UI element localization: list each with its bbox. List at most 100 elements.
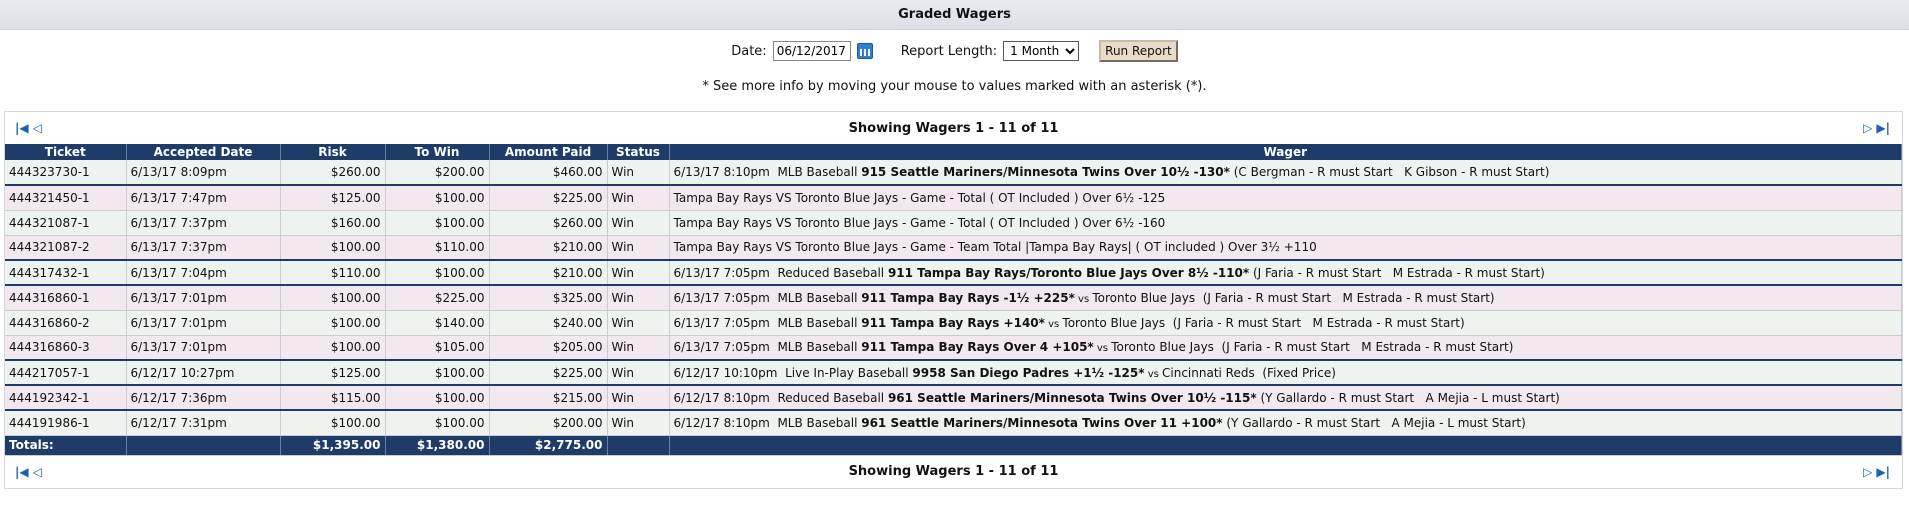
amount-paid-cell: $210.00 xyxy=(489,235,608,261)
wager-selection[interactable]: 961 Seattle Mariners/Minnesota Twins Ove… xyxy=(888,391,1257,405)
amount-paid-cell: $325.00 xyxy=(489,285,608,311)
prev-page-icon[interactable]: ◁ xyxy=(33,122,42,134)
wager-details: Toronto Blue Jays (J Faria - R must Star… xyxy=(1092,290,1495,305)
table-row[interactable]: 444321450-1 6/13/17 7:47pm $125.00 $100.00 $… xyxy=(5,185,1902,211)
ticket-cell: 444191986-1 xyxy=(5,410,127,436)
col-accepted-date: Accepted Date xyxy=(126,144,281,160)
col-wager: Wager xyxy=(669,144,1902,160)
amount-paid-cell: $240.00 xyxy=(489,310,608,336)
status-cell: Win xyxy=(607,410,670,436)
amount-paid-cell: $205.00 xyxy=(489,335,608,361)
accepted-date-cell: 6/13/17 7:01pm xyxy=(126,335,281,361)
report-length-select[interactable]: 1 Month xyxy=(1003,41,1080,61)
status-cell: Win xyxy=(607,285,670,311)
wager-details: (C Bergman - R must Start K Gibson - R m… xyxy=(1229,165,1550,179)
wager-selection[interactable]: 911 Tampa Bay Rays -1½ +225* xyxy=(861,291,1075,305)
to-win-cell: $100.00 xyxy=(385,410,490,436)
table-header-row: Ticket Accepted Date Risk To Win Amount … xyxy=(5,144,1902,160)
wager-prefix: 6/12/17 10:10pm Live In-Play Baseball xyxy=(673,365,913,380)
totals-to-win: $1,380.00 xyxy=(385,435,490,456)
next-page-icon[interactable]: ▷ xyxy=(1863,466,1872,478)
wager-vs: vs xyxy=(1044,318,1063,330)
col-to-win: To Win xyxy=(385,144,490,160)
wager-cell: 6/13/17 7:05pm MLB Baseball 911 Tampa Ba… xyxy=(669,285,1902,311)
wager-selection[interactable]: 911 Tampa Bay Rays +140* xyxy=(861,316,1045,330)
last-page-icon[interactable]: ▶| xyxy=(1876,122,1890,134)
table-row[interactable]: 444321087-2 6/13/17 7:37pm $100.00 $110.00 $… xyxy=(5,235,1902,261)
wager-selection[interactable]: 961 Seattle Mariners/Minnesota Twins Ove… xyxy=(861,416,1222,430)
ticket-cell: 444321087-1 xyxy=(5,210,127,236)
table-row[interactable]: 444217057-1 6/12/17 10:27pm $125.00 $100.00… xyxy=(5,360,1902,386)
table-row[interactable]: 444192342-1 6/12/17 7:36pm $115.00 $100.00 $… xyxy=(5,385,1902,411)
risk-cell: $160.00 xyxy=(280,210,386,236)
wager-selection[interactable]: 915 Seattle Mariners/Minnesota Twins Ove… xyxy=(861,165,1230,179)
wager-vs: vs xyxy=(1074,293,1093,305)
status-cell: Win xyxy=(607,260,670,286)
wager-selection[interactable]: 911 Tampa Bay Rays Over 4 +105* xyxy=(861,340,1093,354)
accepted-date-cell: 6/13/17 7:37pm xyxy=(126,235,281,261)
to-win-cell: $105.00 xyxy=(385,335,490,361)
table-row[interactable]: 444317432-1 6/13/17 7:04pm $110.00 $100.00 $… xyxy=(5,260,1902,286)
ticket-cell: 444317432-1 xyxy=(5,260,127,286)
status-cell: Win xyxy=(607,335,670,361)
wager-prefix: Tampa Bay Rays VS Toronto Blue Jays - Ga… xyxy=(673,190,1166,205)
amount-paid-cell: $460.00 xyxy=(489,160,608,186)
totals-status-empty xyxy=(607,435,670,456)
table-row[interactable]: 444316860-2 6/13/17 7:01pm $100.00 $140.00 $… xyxy=(5,310,1902,336)
ticket-cell: 444323730-1 xyxy=(5,160,127,186)
report-length-label: Report Length: xyxy=(900,43,998,59)
wager-prefix: 6/13/17 7:05pm Reduced Baseball xyxy=(673,265,888,280)
accepted-date-cell: 6/12/17 7:31pm xyxy=(126,410,281,436)
to-win-cell: $100.00 xyxy=(385,210,490,236)
col-amount-paid: Amount Paid xyxy=(489,144,608,160)
risk-cell: $100.00 xyxy=(280,310,386,336)
table-row[interactable]: 444316860-1 6/13/17 7:01pm $100.00 $225.00 $… xyxy=(5,285,1902,311)
table-row[interactable]: 444316860-3 6/13/17 7:01pm $100.00 $105.00 $… xyxy=(5,335,1902,361)
table-row[interactable]: 444321087-1 6/13/17 7:37pm $160.00 $100.00 $… xyxy=(5,210,1902,236)
wager-cell: 6/13/17 8:10pm MLB Baseball 915 Seattle … xyxy=(669,160,1902,186)
accepted-date-cell: 6/13/17 7:01pm xyxy=(126,285,281,311)
date-input[interactable] xyxy=(772,41,851,61)
accepted-date-cell: 6/13/17 7:37pm xyxy=(126,210,281,236)
col-risk: Risk xyxy=(280,144,386,160)
to-win-cell: $140.00 xyxy=(385,310,490,336)
totals-empty xyxy=(126,435,281,456)
status-cell: Win xyxy=(607,185,670,211)
wager-selection[interactable]: 9958 San Diego Padres +1½ -125* xyxy=(912,366,1144,380)
risk-cell: $100.00 xyxy=(280,235,386,261)
risk-cell: $125.00 xyxy=(280,360,386,386)
wager-details: (Y Gallardo - R must Start A Mejia - L m… xyxy=(1222,415,1526,430)
risk-cell: $125.00 xyxy=(280,185,386,211)
risk-cell: $100.00 xyxy=(280,410,386,436)
ticket-cell: 444321450-1 xyxy=(5,185,127,211)
next-page-icon[interactable]: ▷ xyxy=(1863,122,1872,134)
ticket-cell: 444316860-2 xyxy=(5,310,127,336)
calendar-icon[interactable] xyxy=(856,43,873,59)
risk-cell: $100.00 xyxy=(280,285,386,311)
totals-risk: $1,395.00 xyxy=(280,435,386,456)
table-row[interactable]: 444191986-1 6/12/17 7:31pm $100.00 $100.00 $… xyxy=(5,410,1902,436)
status-cell: Win xyxy=(607,310,670,336)
to-win-cell: $225.00 xyxy=(385,285,490,311)
table-row[interactable]: 444323730-1 6/13/17 8:09pm $260.00 $200.00 $… xyxy=(5,160,1902,186)
first-page-icon[interactable]: |◀ xyxy=(15,122,29,134)
risk-cell: $115.00 xyxy=(280,385,386,411)
accepted-date-cell: 6/13/17 7:04pm xyxy=(126,260,281,286)
wager-cell: Tampa Bay Rays VS Toronto Blue Jays - Ga… xyxy=(669,210,1902,236)
ticket-cell: 444217057-1 xyxy=(5,360,127,386)
wager-prefix: 6/12/17 8:10pm Reduced Baseball xyxy=(673,390,888,405)
wager-prefix: 6/13/17 7:05pm MLB Baseball xyxy=(673,290,862,305)
risk-cell: $260.00 xyxy=(280,160,386,186)
run-report-button[interactable]: Run Report xyxy=(1099,40,1178,62)
pager-bottom: |◀ ◁ Showing Wagers 1 - 11 of 11 ▷ ▶| xyxy=(5,456,1902,488)
wager-details: (J Faria - R must Start M Estrada - R mu… xyxy=(1249,265,1545,280)
wager-prefix: Tampa Bay Rays VS Toronto Blue Jays - Ga… xyxy=(673,215,1166,230)
wager-selection[interactable]: 911 Tampa Bay Rays/Toronto Blue Jays Ove… xyxy=(888,266,1249,280)
prev-page-icon[interactable]: ◁ xyxy=(33,466,42,478)
wager-cell: Tampa Bay Rays VS Toronto Blue Jays - Ga… xyxy=(669,185,1902,211)
last-page-icon[interactable]: ▶| xyxy=(1876,466,1890,478)
wager-vs: vs xyxy=(1093,343,1112,355)
first-page-icon[interactable]: |◀ xyxy=(15,466,29,478)
accepted-date-cell: 6/13/17 7:47pm xyxy=(126,185,281,211)
status-cell: Win xyxy=(607,210,670,236)
